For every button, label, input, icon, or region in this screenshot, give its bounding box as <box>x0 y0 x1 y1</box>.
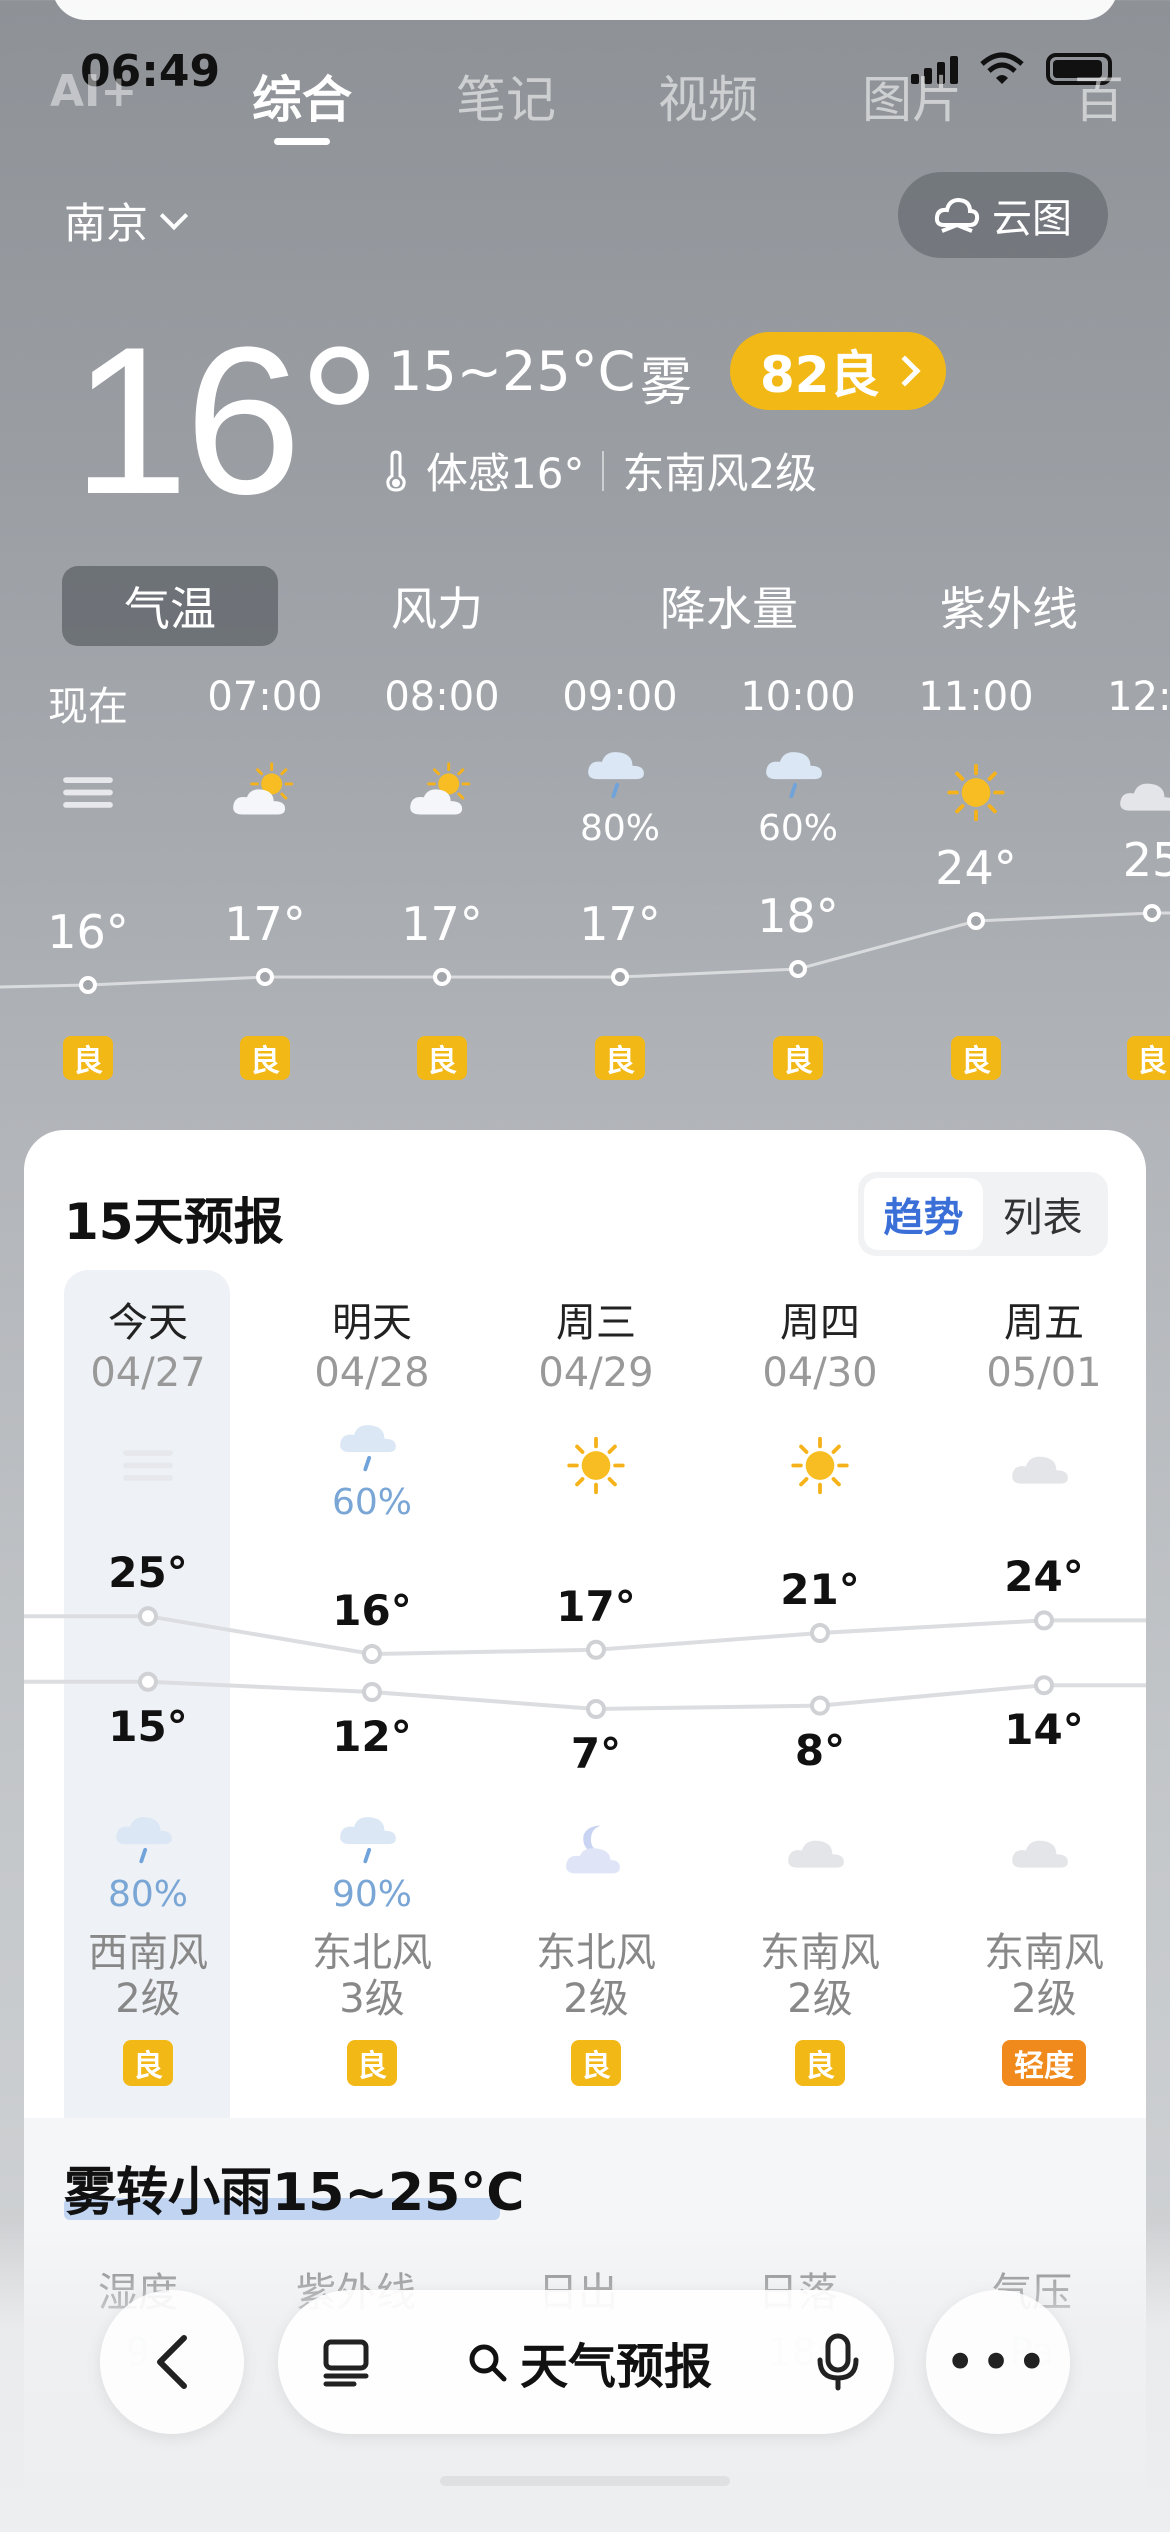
hourly-temperature-line <box>0 904 1170 994</box>
low-temp-line <box>24 1679 1146 1712</box>
hourly-point <box>1143 904 1161 922</box>
high-temp-line-point <box>1034 1610 1054 1631</box>
hourly-point <box>789 960 807 978</box>
low-temp-line-point <box>586 1699 606 1719</box>
low-temp-line-point <box>362 1682 382 1702</box>
high-temp-line-point <box>810 1623 830 1643</box>
low-temp-line-point <box>138 1671 158 1692</box>
hourly-point <box>967 912 985 930</box>
hourly-point <box>256 968 274 986</box>
search-icon <box>469 2344 507 2382</box>
microphone-icon[interactable] <box>816 2332 860 2392</box>
low-temp-line-point <box>1034 1675 1054 1696</box>
hourly-line-path <box>0 911 1170 989</box>
high-temp-line-point <box>586 1639 606 1660</box>
home-indicator <box>440 2476 730 2486</box>
chevron-left-icon <box>157 2335 187 2389</box>
summary-text: 雾转小雨15~25°C <box>64 2163 525 2223</box>
search-query[interactable]: 天气预报 <box>466 2327 712 2397</box>
back-button[interactable] <box>100 2290 244 2434</box>
high-temp-line <box>24 1614 1146 1657</box>
hourly-point <box>611 968 629 986</box>
hourly-point <box>433 968 451 986</box>
more-button[interactable]: ••• <box>926 2290 1070 2434</box>
search-query-text: 天气预报 <box>520 2339 713 2395</box>
high-temp-line-point <box>362 1644 382 1664</box>
forecast-temperature-lines <box>24 1606 1146 1719</box>
hourly-point <box>79 976 97 994</box>
low-temp-line-point <box>810 1695 830 1716</box>
high-temp-line-point <box>138 1606 158 1627</box>
list-icon <box>323 2339 369 2387</box>
search-bar[interactable]: 天气预报 <box>278 2290 894 2434</box>
